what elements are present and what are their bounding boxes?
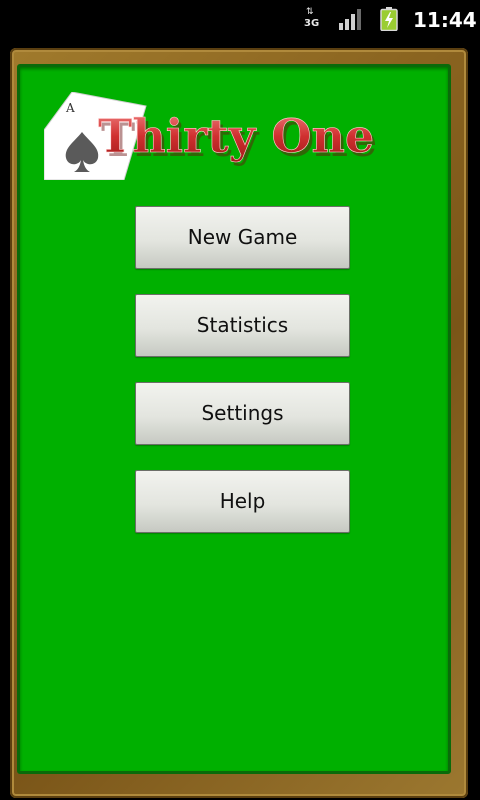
settings-button[interactable]: Settings	[135, 382, 350, 445]
network-3g-icon: ⇅ 3G	[304, 7, 320, 30]
signal-strength-icon	[339, 9, 361, 30]
help-button[interactable]: Help	[135, 470, 350, 533]
new-game-button[interactable]: New Game	[135, 206, 350, 269]
statistics-button[interactable]: Statistics	[135, 294, 350, 357]
status-bar: ⇅ 3G 11:44	[0, 0, 480, 38]
battery-charging-icon	[380, 7, 398, 31]
network-type-label: 3G	[304, 18, 320, 29]
thirty-one-logo: A Thirty One Thirty One	[44, 92, 377, 180]
card-rank-label: A	[65, 101, 75, 115]
clock: 11:44	[413, 8, 477, 32]
app-title: Thirty One	[98, 109, 374, 163]
